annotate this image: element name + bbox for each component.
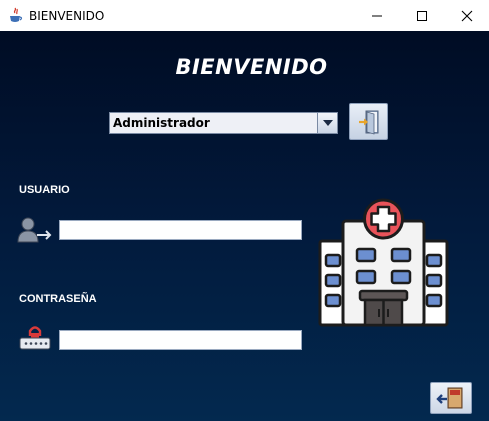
close-icon (461, 10, 472, 21)
password-field[interactable] (59, 330, 302, 350)
chevron-down-icon[interactable] (317, 113, 337, 133)
user-label: USUARIO (19, 184, 70, 196)
close-button[interactable] (444, 0, 489, 31)
minimize-icon (371, 15, 382, 16)
login-panel: BIENVENIDO Administrador USUARIO CONTRAS… (0, 31, 489, 421)
minimize-button[interactable] (354, 0, 399, 31)
login-window: BIENVENIDO BIENVENIDO Administrador USUA… (0, 0, 489, 421)
exit-button[interactable] (430, 382, 472, 414)
login-button[interactable] (349, 103, 388, 140)
page-title: BIENVENIDO (175, 55, 328, 79)
enter-door-icon (358, 110, 378, 135)
maximize-icon (416, 10, 427, 21)
padlock-keypad-icon (19, 326, 51, 350)
hospital-building-icon (318, 198, 449, 327)
java-icon (10, 7, 23, 22)
title-bar[interactable]: BIENVENIDO (0, 0, 489, 31)
exit-door-icon (436, 387, 463, 409)
user-arrow-icon (17, 217, 52, 243)
maximize-button[interactable] (399, 0, 444, 31)
window-title: BIENVENIDO (29, 9, 105, 23)
role-select-value: Administrador (113, 116, 210, 130)
password-label: CONTRASEÑA (19, 293, 97, 305)
user-field[interactable] (59, 220, 302, 240)
role-select[interactable]: Administrador (109, 112, 338, 134)
